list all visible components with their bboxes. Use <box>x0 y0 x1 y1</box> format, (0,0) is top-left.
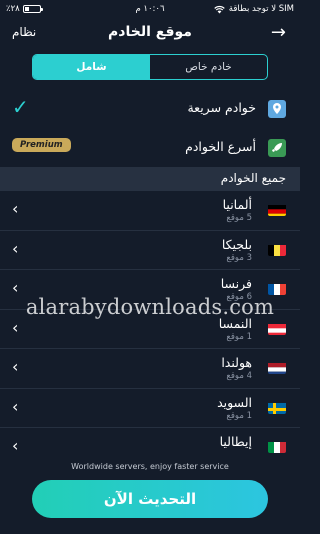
carrier-status: لا توجد بطاقة SIM <box>214 4 294 14</box>
server-count: 5 موقع <box>226 213 252 223</box>
germany-flag-icon <box>268 203 286 216</box>
server-name: هولندا <box>221 355 252 370</box>
fast-servers-row[interactable]: خوادم سريعة ✓ <box>0 95 300 126</box>
chevron-left-icon[interactable]: ‹ <box>12 199 18 218</box>
carrier-label: لا توجد بطاقة SIM <box>228 4 294 14</box>
chevron-left-icon[interactable]: ‹ <box>12 357 18 376</box>
status-bar: ٪٢٨ ١٠:٠٦ م لا توجد بطاقة SIM <box>0 0 300 20</box>
belgium-flag-icon <box>268 243 286 256</box>
section-title: جميع الخوادم <box>220 171 286 185</box>
header: نظام موقع الخادم → <box>0 20 300 48</box>
fastest-servers-label: أسرع الخوادم <box>185 139 256 154</box>
server-item-sweden[interactable]: السويد 1 موقع ‹ <box>0 389 300 428</box>
chevron-left-icon[interactable]: ‹ <box>12 436 18 455</box>
tab-private-server[interactable]: خادم خاص <box>150 55 267 79</box>
server-name: السويد <box>217 394 252 410</box>
server-name: إيطاليا <box>219 434 252 449</box>
fast-servers-label: خوادم سريعة <box>187 100 256 115</box>
footer-note: Worldwide servers, enjoy faster service <box>71 462 229 471</box>
premium-badge: Premium <box>12 138 71 152</box>
tab-all[interactable]: شامل <box>33 55 150 79</box>
server-name: فرنسا <box>220 276 252 291</box>
footer: Worldwide servers, enjoy faster service … <box>0 458 300 534</box>
server-count: 1 موقع <box>226 331 252 342</box>
watermark: alarabydownloads.com <box>25 295 275 319</box>
chevron-left-icon[interactable]: ‹ <box>12 318 18 337</box>
server-item-germany[interactable]: ألمانيا 5 موقع ‹ <box>0 191 300 231</box>
chevron-left-icon[interactable]: ‹ <box>12 239 18 258</box>
page-title: موقع الخادم <box>108 24 192 40</box>
all-servers-header: جميع الخوادم <box>0 167 300 191</box>
server-count: 1 موقع <box>226 410 252 421</box>
server-type-tabs: خادم خاص شامل <box>32 54 268 80</box>
location-pin-icon <box>268 100 286 118</box>
chevron-left-icon[interactable]: ‹ <box>12 397 18 416</box>
server-list: ألمانيا 5 موقع ‹ بلجيكا 3 موقع ‹ فرنسا 6… <box>0 191 300 468</box>
server-name: بلجيكا <box>221 236 252 252</box>
server-item-belgium[interactable]: بلجيكا 3 موقع ‹ <box>0 231 300 270</box>
update-now-button[interactable]: التحديث الآن <box>32 480 268 518</box>
netherlands-flag-icon <box>268 361 286 374</box>
rocket-icon <box>268 139 286 157</box>
checkmark-icon: ✓ <box>12 95 29 119</box>
fastest-servers-row[interactable]: أسرع الخوادم Premium <box>0 135 300 165</box>
server-item-netherlands[interactable]: هولندا 4 موقع ‹ <box>0 349 300 389</box>
austria-flag-icon <box>268 322 286 335</box>
wifi-icon <box>214 5 225 13</box>
france-flag-icon <box>268 282 286 295</box>
server-count: 4 موقع <box>226 371 252 381</box>
arrow-right-icon[interactable]: → <box>271 22 286 43</box>
server-name: ألمانيا <box>222 197 252 212</box>
sweden-flag-icon <box>268 401 286 414</box>
server-count: 3 موقع <box>226 252 252 263</box>
italy-flag-icon <box>268 440 286 453</box>
